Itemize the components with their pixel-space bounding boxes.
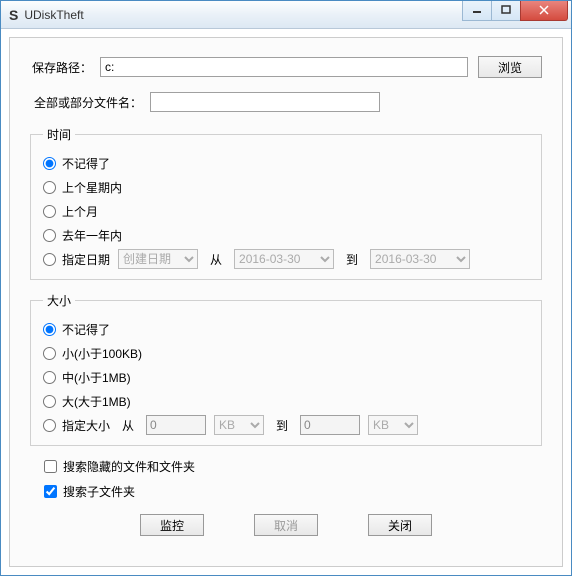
- date-from-select[interactable]: 2016-03-30: [234, 249, 334, 269]
- filename-label: 全部或部分文件名：: [30, 94, 150, 111]
- size-from-unit[interactable]: KB: [214, 415, 264, 435]
- maximize-button[interactable]: [491, 1, 521, 21]
- close-action-button[interactable]: 关闭: [368, 514, 432, 536]
- time-specify-controls: 创建日期 从 2016-03-30 到 2016-03-30: [118, 249, 470, 269]
- time-radio-lastmonth-input[interactable]: [43, 205, 56, 218]
- time-radio-lastyear-label: 去年一年内: [62, 227, 122, 244]
- size-from-input[interactable]: [146, 415, 206, 435]
- date-to-select[interactable]: 2016-03-30: [370, 249, 470, 269]
- app-window: S UDiskTheft 保存路径： 浏览 全部或部分文件名： 时间 不记得了: [0, 0, 572, 576]
- minimize-button[interactable]: [462, 1, 492, 21]
- size-radio-dontremember-label: 不记得了: [62, 321, 110, 338]
- time-radio-specify-input[interactable]: [43, 253, 56, 266]
- time-group: 时间 不记得了 上个星期内 上个月 去年一年内 指定日期 创建日期: [30, 126, 542, 280]
- monitor-button[interactable]: 监控: [140, 514, 204, 536]
- size-radio-medium-label: 中(小于1MB): [62, 369, 131, 386]
- size-to-label: 到: [276, 417, 288, 434]
- time-radio-dontremember-label: 不记得了: [62, 155, 110, 172]
- size-radio-large-input[interactable]: [43, 395, 56, 408]
- size-radio-specify[interactable]: 指定大小 从 KB 到 KB: [43, 413, 529, 437]
- content-panel: 保存路径： 浏览 全部或部分文件名： 时间 不记得了 上个星期内 上个月: [9, 37, 563, 567]
- titlebar: S UDiskTheft: [1, 1, 571, 29]
- save-path-label: 保存路径：: [30, 59, 100, 76]
- filename-row: 全部或部分文件名：: [30, 92, 542, 112]
- time-radio-specify[interactable]: 指定日期 创建日期 从 2016-03-30 到 2016-03-30: [43, 247, 529, 271]
- time-radio-lastweek[interactable]: 上个星期内: [43, 175, 529, 199]
- size-specify-controls: 从 KB 到 KB: [118, 415, 418, 435]
- time-from-label: 从: [210, 251, 222, 268]
- size-radio-medium[interactable]: 中(小于1MB): [43, 365, 529, 389]
- time-to-label: 到: [346, 251, 358, 268]
- app-icon: S: [9, 7, 18, 23]
- time-radio-lastweek-label: 上个星期内: [62, 179, 122, 196]
- size-radio-dontremember[interactable]: 不记得了: [43, 317, 529, 341]
- search-hidden-checkbox[interactable]: [44, 460, 57, 473]
- time-radio-lastweek-input[interactable]: [43, 181, 56, 194]
- size-radio-small-label: 小(小于100KB): [62, 345, 142, 362]
- time-radio-lastmonth[interactable]: 上个月: [43, 199, 529, 223]
- close-button[interactable]: [520, 1, 568, 21]
- time-radio-specify-label: 指定日期: [62, 251, 110, 268]
- search-sub-label: 搜索子文件夹: [63, 483, 135, 500]
- size-radio-specify-input[interactable]: [43, 419, 56, 432]
- size-to-input[interactable]: [300, 415, 360, 435]
- date-type-select[interactable]: 创建日期: [118, 249, 198, 269]
- action-row: 监控 取消 关闭: [30, 514, 542, 536]
- window-title: UDiskTheft: [24, 8, 463, 22]
- window-controls: [463, 1, 568, 21]
- save-path-row: 保存路径： 浏览: [30, 56, 542, 78]
- time-legend: 时间: [43, 126, 75, 143]
- size-radio-small-input[interactable]: [43, 347, 56, 360]
- size-radio-large-label: 大(大于1MB): [62, 393, 131, 410]
- browse-button[interactable]: 浏览: [478, 56, 542, 78]
- filename-input[interactable]: [150, 92, 380, 112]
- search-hidden-label: 搜索隐藏的文件和文件夹: [63, 458, 195, 475]
- time-radio-lastyear[interactable]: 去年一年内: [43, 223, 529, 247]
- time-radio-lastmonth-label: 上个月: [62, 203, 98, 220]
- time-radio-dontremember-input[interactable]: [43, 157, 56, 170]
- cancel-button[interactable]: 取消: [254, 514, 318, 536]
- size-radio-specify-label: 指定大小: [62, 417, 110, 434]
- size-radio-medium-input[interactable]: [43, 371, 56, 384]
- time-radio-dontremember[interactable]: 不记得了: [43, 151, 529, 175]
- size-to-unit[interactable]: KB: [368, 415, 418, 435]
- time-radio-lastyear-input[interactable]: [43, 229, 56, 242]
- size-group: 大小 不记得了 小(小于100KB) 中(小于1MB) 大(大于1MB) 指定大…: [30, 292, 542, 446]
- search-sub-row[interactable]: 搜索子文件夹: [44, 483, 542, 500]
- size-radio-dontremember-input[interactable]: [43, 323, 56, 336]
- search-hidden-row[interactable]: 搜索隐藏的文件和文件夹: [44, 458, 542, 475]
- save-path-input[interactable]: [100, 57, 468, 77]
- size-legend: 大小: [43, 292, 75, 309]
- search-sub-checkbox[interactable]: [44, 485, 57, 498]
- size-from-label: 从: [122, 417, 134, 434]
- size-radio-large[interactable]: 大(大于1MB): [43, 389, 529, 413]
- size-radio-small[interactable]: 小(小于100KB): [43, 341, 529, 365]
